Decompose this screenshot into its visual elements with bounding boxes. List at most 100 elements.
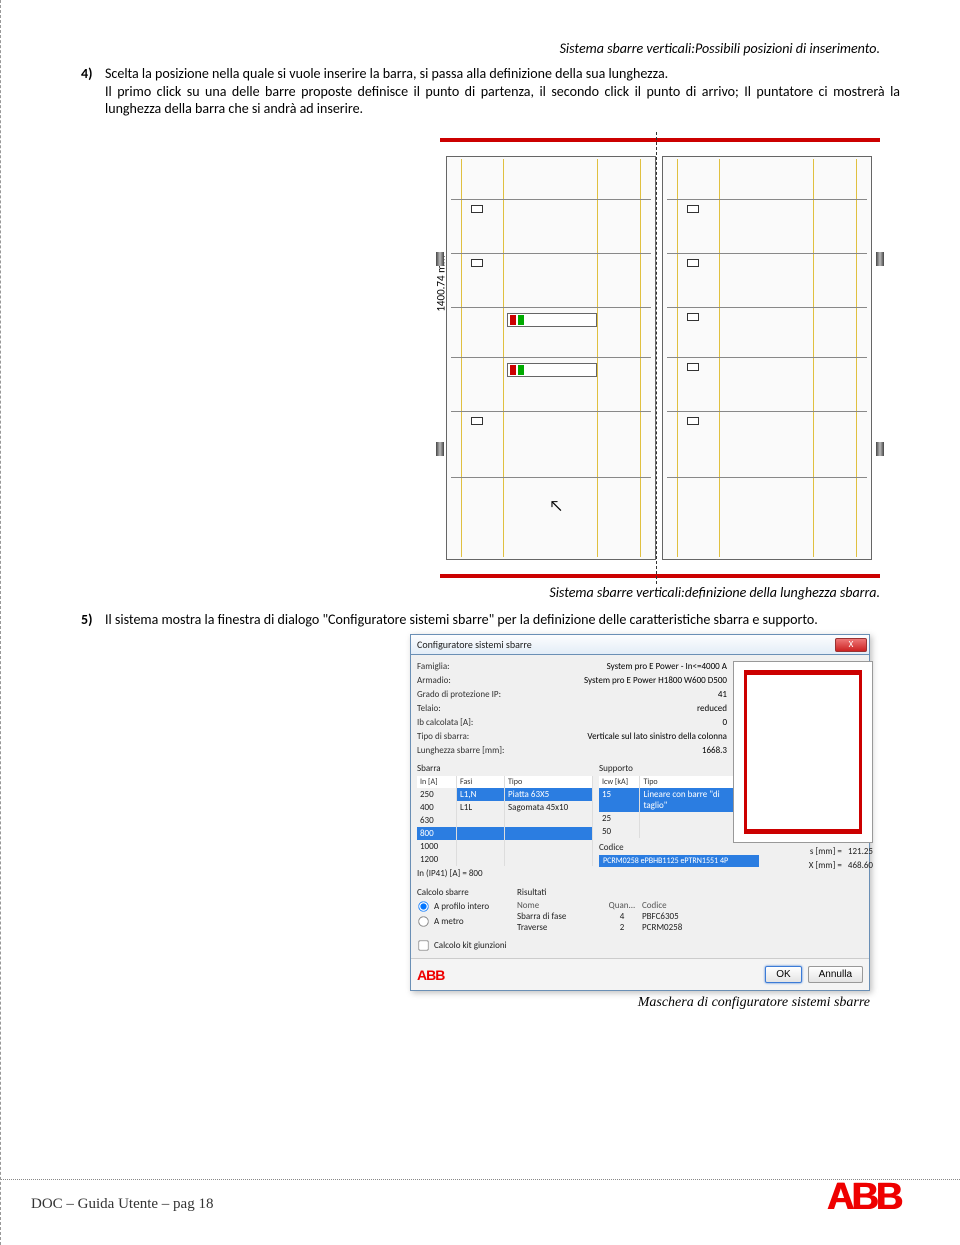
caption-final: Maschera di configuratore sistemi sbarre: [81, 995, 900, 1011]
x-mm-value: 468.60: [848, 860, 873, 871]
breaker-module: [507, 363, 597, 377]
checkbox-giunzioni-input[interactable]: [418, 940, 428, 950]
shelf-line: [451, 477, 651, 478]
checkbox-giunzioni[interactable]: Calcolo kit giunzioni: [417, 939, 727, 952]
kv-famiglia-k: Famiglia:: [417, 661, 537, 672]
cell[interactable]: L1L: [457, 801, 505, 814]
cell[interactable]: [505, 853, 593, 866]
sbarra-hdr-fasi: Fasi: [457, 776, 505, 788]
risultati-title: Risultati: [517, 887, 727, 898]
cell[interactable]: [457, 853, 505, 866]
vertical-bar: [677, 159, 678, 557]
shelf-line: [451, 307, 651, 308]
list-text-4: Scelta la posizione nella quale si vuole…: [105, 65, 900, 118]
radio-profilo-intero[interactable]: A profilo intero: [417, 900, 509, 913]
footer-text: DOC – Guida Utente – pag 18: [31, 1190, 213, 1213]
shelf-line: [451, 411, 651, 412]
list-5-p1: Il sistema mostra la finestra di dialogo…: [105, 611, 818, 628]
cell[interactable]: 50: [599, 825, 640, 838]
radio-label: A metro: [434, 916, 464, 927]
vertical-bar: [461, 159, 462, 557]
cell[interactable]: 400: [417, 801, 457, 814]
kv-armadio-v: System pro E Power H1800 W600 D500: [537, 675, 727, 686]
cabinet-drawing: 1400.74 mm ↖: [440, 138, 880, 578]
checkbox-label: Calcolo kit giunzioni: [434, 940, 507, 951]
mini-panel-preview: [733, 661, 873, 843]
cell[interactable]: 250: [417, 788, 457, 801]
page-footer: DOC – Guida Utente – pag 18 ABB: [1, 1179, 960, 1223]
sbarra-ip41: In (IP41) [A] = 800: [417, 868, 593, 879]
cell[interactable]: L1,N: [457, 788, 505, 801]
cell[interactable]: Piatta 63X5: [505, 788, 593, 801]
cell[interactable]: 25: [599, 812, 640, 825]
cabinet-divider-dashed: [656, 132, 657, 584]
cabinet-left: 1400.74 mm ↖: [446, 156, 656, 560]
kv-famiglia-v: System pro E Power - In<=4000 A: [537, 661, 727, 672]
shelf-line: [667, 307, 867, 308]
x-mm-label: X [mm] =: [809, 860, 842, 871]
cancel-button[interactable]: Annulla: [808, 966, 863, 983]
list-number-5: 5): [81, 611, 105, 629]
shelf-line: [451, 199, 651, 200]
kv-lung-v: 1668.3: [537, 745, 727, 756]
list-4-p1: Scelta la posizione nella quale si vuole…: [105, 65, 668, 82]
calcolo-section: Calcolo sbarre A profilo intero A metro: [417, 883, 509, 933]
shelf-line: [451, 357, 651, 358]
sbarra-table[interactable]: In [A] Fasi Tipo 250L1,NPiatta 63X5 400L…: [417, 776, 593, 866]
cabinet-right: [662, 156, 872, 560]
kv-ip-k: Grado di protezione IP:: [417, 689, 537, 700]
cell[interactable]: 630: [417, 814, 457, 827]
dialog-right-column: s [mm] =121.25 X [mm] =468.60: [733, 661, 873, 952]
hinge: [436, 252, 444, 266]
shelf-line: [667, 357, 867, 358]
cell[interactable]: [457, 827, 505, 840]
list-item-5: 5) Il sistema mostra la finestra di dial…: [81, 611, 900, 629]
radio-a-metro[interactable]: A metro: [417, 915, 509, 928]
ris-hdr-nome: Nome: [517, 900, 602, 911]
dialog-left-column: Famiglia:System pro E Power - In<=4000 A…: [417, 661, 727, 952]
radio-a-metro-input[interactable]: [418, 916, 428, 926]
kv-tipo-v: Verticale sul lato sinistro della colonn…: [537, 731, 727, 742]
cell[interactable]: [505, 827, 593, 840]
dialog-title: Configuratore sistemi sbarre: [417, 638, 835, 651]
radio-inputile-intero-input[interactable]: [418, 901, 428, 911]
s-mm-value: 121.25: [848, 846, 873, 857]
risultati-section: Risultati Nome Quan... Codice Sbarra di …: [517, 883, 727, 933]
kv-tipo-k: Tipo di sbarra:: [417, 731, 537, 742]
dialog-configuratore: Configuratore sistemi sbarre X Famiglia:…: [410, 634, 870, 991]
dialog-footer: ABB OK Annulla: [411, 958, 869, 990]
cell: 2: [602, 922, 642, 933]
mini-panel-frame: [744, 670, 862, 834]
cell[interactable]: 1200: [417, 853, 457, 866]
abb-logo-small: ABB: [417, 967, 444, 983]
supporto-table[interactable]: Icw [kA]Tipo 15Lineare con barre "di tag…: [599, 776, 749, 838]
cell[interactable]: 800: [417, 827, 457, 840]
codice-label: Codice: [599, 842, 749, 853]
ok-button[interactable]: OK: [765, 966, 801, 983]
list-4-p2: Il primo click su una delle barre propos…: [105, 83, 900, 118]
cell[interactable]: [505, 814, 593, 827]
kv-ib-v: 0: [537, 717, 727, 728]
list-text-5: Il sistema mostra la finestra di dialogo…: [105, 611, 900, 629]
caption-top: Sistema sbarre verticali:Possibili posiz…: [81, 40, 900, 57]
kv-ip-v: 41: [537, 689, 727, 700]
calcolo-title: Calcolo sbarre: [417, 887, 509, 898]
small-block: [687, 205, 699, 213]
kv-telaio-k: Telaio:: [417, 703, 537, 714]
cell[interactable]: [505, 840, 593, 853]
cell: 4: [602, 911, 642, 922]
cell[interactable]: [457, 814, 505, 827]
small-block: [687, 363, 699, 371]
breaker-module: [507, 313, 597, 327]
ris-hdr-codice: Codice: [642, 900, 727, 911]
cell[interactable]: 1000: [417, 840, 457, 853]
vertical-bar: [640, 159, 641, 557]
close-button[interactable]: X: [835, 638, 867, 652]
shelf-line: [667, 199, 867, 200]
shelf-line: [667, 253, 867, 254]
cell[interactable]: Sagomata 45x10: [505, 801, 593, 814]
small-block: [687, 313, 699, 321]
cell[interactable]: [457, 840, 505, 853]
cell[interactable]: 15: [599, 788, 640, 812]
kv-lung-k: Lunghezza sbarre [mm]:: [417, 745, 537, 756]
